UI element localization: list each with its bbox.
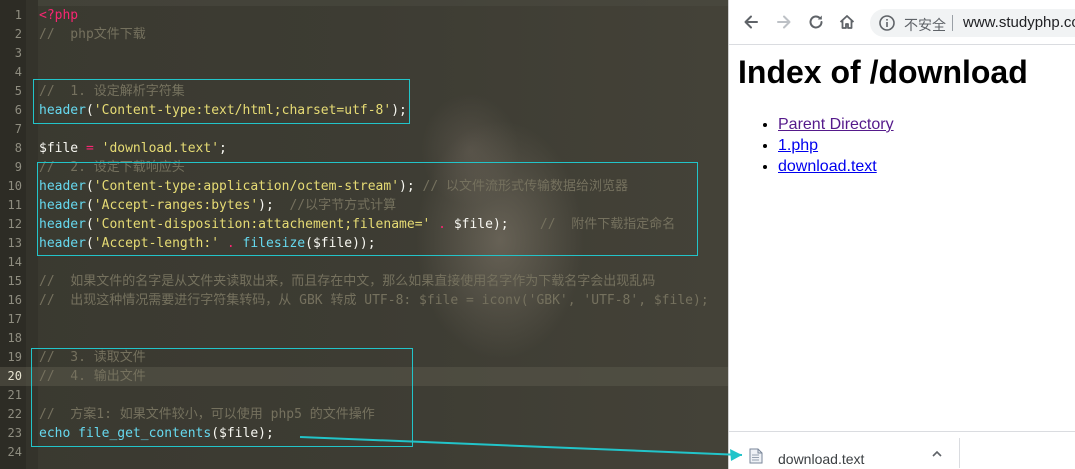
download-shelf: download.text [729, 431, 1075, 469]
code-token: = [85, 141, 94, 156]
code-line[interactable]: 16 // 出现这种情况需要进行字符集转码，从 GBK 转成 UTF-8: $fi… [0, 291, 728, 310]
address-separator [952, 15, 953, 31]
line-number: 5 [14, 84, 22, 98]
line-number: 2 [14, 27, 22, 41]
line-number: 9 [14, 160, 22, 174]
code-token: // 如果文件的名字是从文件夹读取出来，而且存在中文，那么如果直接使用名字作为下… [39, 274, 656, 289]
line-number: 24 [7, 445, 22, 459]
code-line[interactable]: 2 // php文件下载 [0, 25, 728, 44]
line-number: 8 [14, 141, 22, 155]
browser-toolbar: 不安全 www.studyphp.com [729, 0, 1075, 45]
code-line[interactable]: 1 <?php [0, 6, 728, 25]
line-code: // 如果文件的名字是从文件夹读取出来，而且存在中文，那么如果直接使用名字作为下… [39, 272, 655, 291]
code-token: // 出现这种情况需要进行字符集转码，从 GBK 转成 UTF-8: $file… [39, 293, 709, 308]
line-number: 11 [7, 198, 22, 212]
link-1-php[interactable]: 1.php [778, 137, 818, 154]
code-line[interactable]: 17 [0, 310, 728, 329]
address-bar[interactable]: 不安全 www.studyphp.com [870, 9, 1075, 37]
code-editor[interactable]: 1 <?php 2// php文件下载 3 4 5// 1. 设定解析字符集 6 header… [0, 0, 728, 469]
line-number: 7 [14, 122, 22, 136]
line-code: $file = 'download.text'; [39, 139, 227, 158]
line-number: 21 [7, 388, 22, 402]
list-item: Parent Directory [778, 114, 894, 135]
info-icon[interactable] [878, 14, 896, 32]
line-number: 4 [14, 65, 22, 79]
code-token: // php文件下载 [39, 27, 146, 42]
forward-button[interactable] [773, 11, 795, 33]
browser-window: 不安全 www.studyphp.com Index of /download … [728, 0, 1075, 469]
reload-icon [809, 15, 823, 29]
code-line[interactable]: 15 // 如果文件的名字是从文件夹读取出来，而且存在中文，那么如果直接使用名字作… [0, 272, 728, 291]
download-shelf-separator [959, 438, 960, 468]
page-title: Index of /download [738, 54, 1028, 90]
url-text[interactable]: www.studyphp.com [963, 14, 1075, 31]
list-item: 1.php [778, 135, 894, 156]
reload-button[interactable] [805, 11, 827, 33]
home-button[interactable] [836, 11, 858, 33]
line-code: // 出现这种情况需要进行字符集转码，从 GBK 转成 UTF-8: $file… [39, 291, 709, 310]
code-token: ; [219, 141, 227, 156]
file-icon [749, 448, 763, 464]
code-token: 'download.text' [101, 141, 220, 156]
line-number: 17 [7, 312, 22, 326]
line-code: <?php [39, 6, 78, 25]
line-number: 15 [7, 274, 22, 288]
line-number: 13 [7, 236, 22, 250]
line-number: 3 [14, 46, 22, 60]
line-number: 1 [14, 8, 22, 22]
directory-list: Parent Directory 1.php download.text [738, 114, 894, 177]
line-number: 23 [7, 426, 22, 440]
home-icon [839, 15, 855, 29]
line-number: 20 [7, 369, 22, 383]
annotation-box-headers [37, 162, 698, 256]
line-number: 14 [7, 255, 22, 269]
line-number: 22 [7, 407, 22, 421]
line-code: // php文件下载 [39, 25, 146, 44]
list-item: download.text [778, 156, 894, 177]
forward-arrow-icon [777, 15, 791, 29]
line-number: 19 [7, 350, 22, 364]
code-token: <?php [39, 8, 79, 23]
back-arrow-icon [744, 15, 758, 29]
line-number: 16 [7, 293, 22, 307]
code-line[interactable]: 18 [0, 329, 728, 348]
security-label: 不安全 [904, 17, 946, 33]
chevron-up-icon[interactable] [931, 448, 943, 460]
line-number: 12 [7, 217, 22, 231]
link-parent-directory[interactable]: Parent Directory [778, 116, 894, 133]
download-item-name[interactable]: download.text [778, 451, 864, 467]
annotation-box-output [31, 348, 413, 447]
back-button[interactable] [740, 11, 762, 33]
annotation-box-charset [33, 79, 410, 124]
line-number: 18 [7, 331, 22, 345]
code-token: $file [39, 141, 79, 156]
link-download-text[interactable]: download.text [778, 158, 877, 175]
code-line[interactable]: 3 [0, 44, 728, 63]
line-number: 6 [14, 103, 22, 117]
code-line[interactable]: 8 $file = 'download.text'; [0, 139, 728, 158]
line-number: 10 [7, 179, 22, 193]
